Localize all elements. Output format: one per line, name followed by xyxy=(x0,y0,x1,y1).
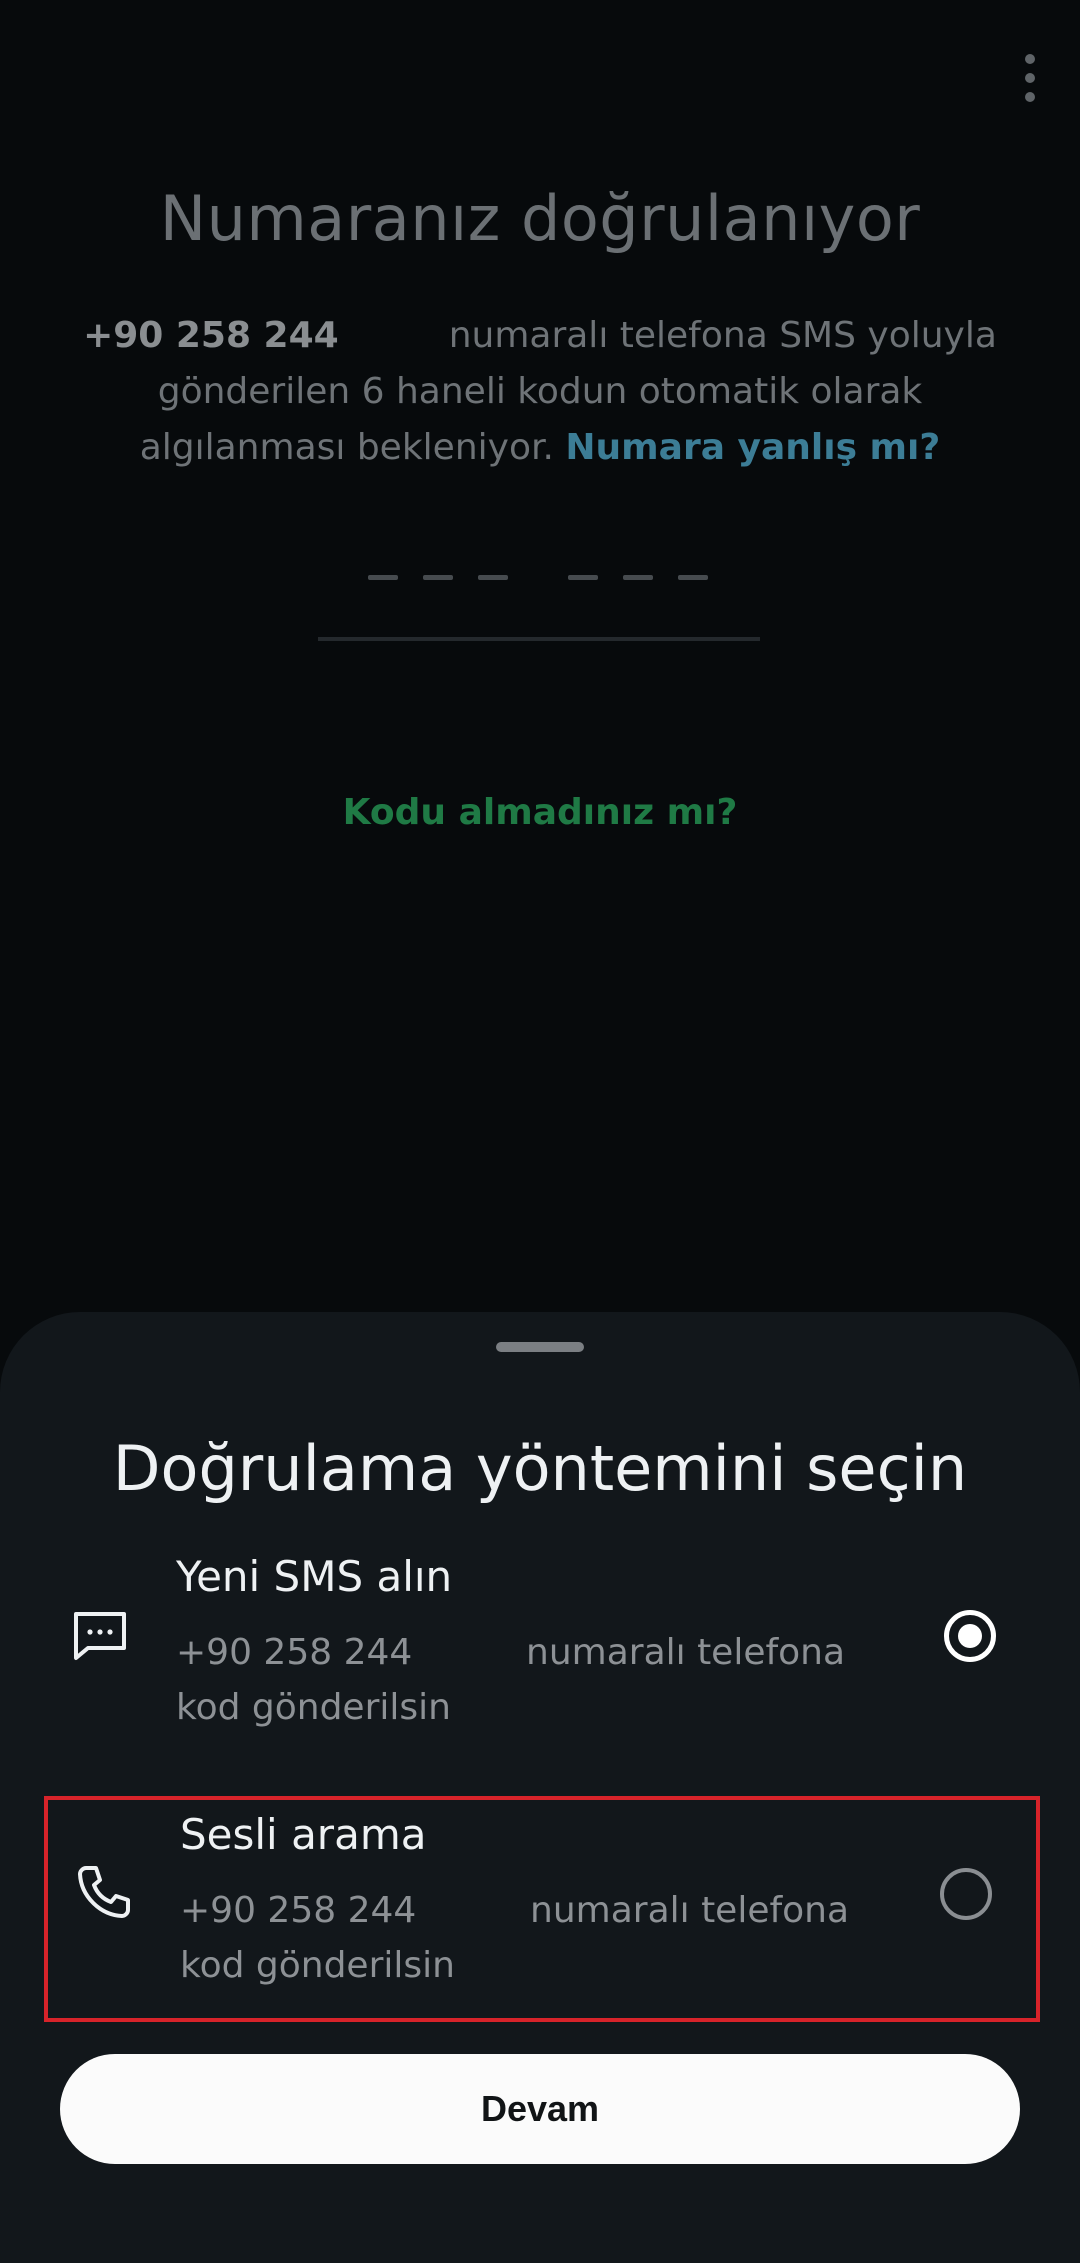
code-dash xyxy=(423,575,453,580)
radio-selected[interactable] xyxy=(944,1610,996,1662)
menu-dot xyxy=(1025,54,1035,64)
option-line-1-suffix: numaralı telefona xyxy=(530,1890,850,1931)
option-line-2: kod gönderilsin xyxy=(176,1687,451,1728)
option-phone: +90 258 244 xyxy=(180,1890,417,1931)
option-voice-call[interactable]: Sesli arama +90 258 244 numaralı telefona… xyxy=(44,1796,1040,2022)
wrong-number-link[interactable]: Numara yanlış mı? xyxy=(565,427,940,468)
sheet-title: Doğrulama yöntemini seçin xyxy=(112,1432,968,1505)
sms-icon xyxy=(68,1602,132,1666)
more-options-icon[interactable] xyxy=(1010,48,1050,108)
option-line-2: kod gönderilsin xyxy=(180,1945,455,1986)
code-dash xyxy=(623,575,653,580)
phone-icon xyxy=(72,1860,136,1924)
radio-unselected[interactable] xyxy=(940,1868,992,1920)
menu-dot xyxy=(1025,92,1035,102)
continue-button[interactable]: Devam xyxy=(60,2054,1020,2164)
code-input[interactable] xyxy=(318,545,760,641)
verification-description: +90 258 244 numaralı telefona SMS yoluyla… xyxy=(70,308,1010,476)
code-dash xyxy=(478,575,508,580)
option-line-1: +90 258 244 numaralı telefona xyxy=(176,1632,845,1673)
code-dash xyxy=(368,575,398,580)
option-phone: +90 258 244 xyxy=(176,1632,413,1673)
page-title: Numaranız doğrulanıyor xyxy=(159,182,921,255)
bottom-sheet: Doğrulama yöntemini seçin Yeni SMS alın … xyxy=(0,1312,1080,2263)
option-title: Yeni SMS alın xyxy=(176,1552,453,1601)
option-line-1-suffix: numaralı telefona xyxy=(526,1632,846,1673)
option-title: Sesli arama xyxy=(180,1810,427,1859)
verification-screen: Numaranız doğrulanıyor +90 258 244 numara… xyxy=(0,0,1080,2263)
code-dash xyxy=(568,575,598,580)
menu-dot xyxy=(1025,73,1035,83)
code-dash xyxy=(678,575,708,580)
drag-handle[interactable] xyxy=(496,1342,584,1352)
resend-code-link[interactable]: Kodu almadınız mı? xyxy=(0,792,1080,833)
phone-number: +90 258 244 xyxy=(83,315,339,356)
option-sms[interactable]: Yeni SMS alın +90 258 244 numaralı telefo… xyxy=(44,1542,1040,1768)
option-line-1: +90 258 244 numaralı telefona xyxy=(180,1890,849,1931)
code-placeholder xyxy=(368,575,708,585)
